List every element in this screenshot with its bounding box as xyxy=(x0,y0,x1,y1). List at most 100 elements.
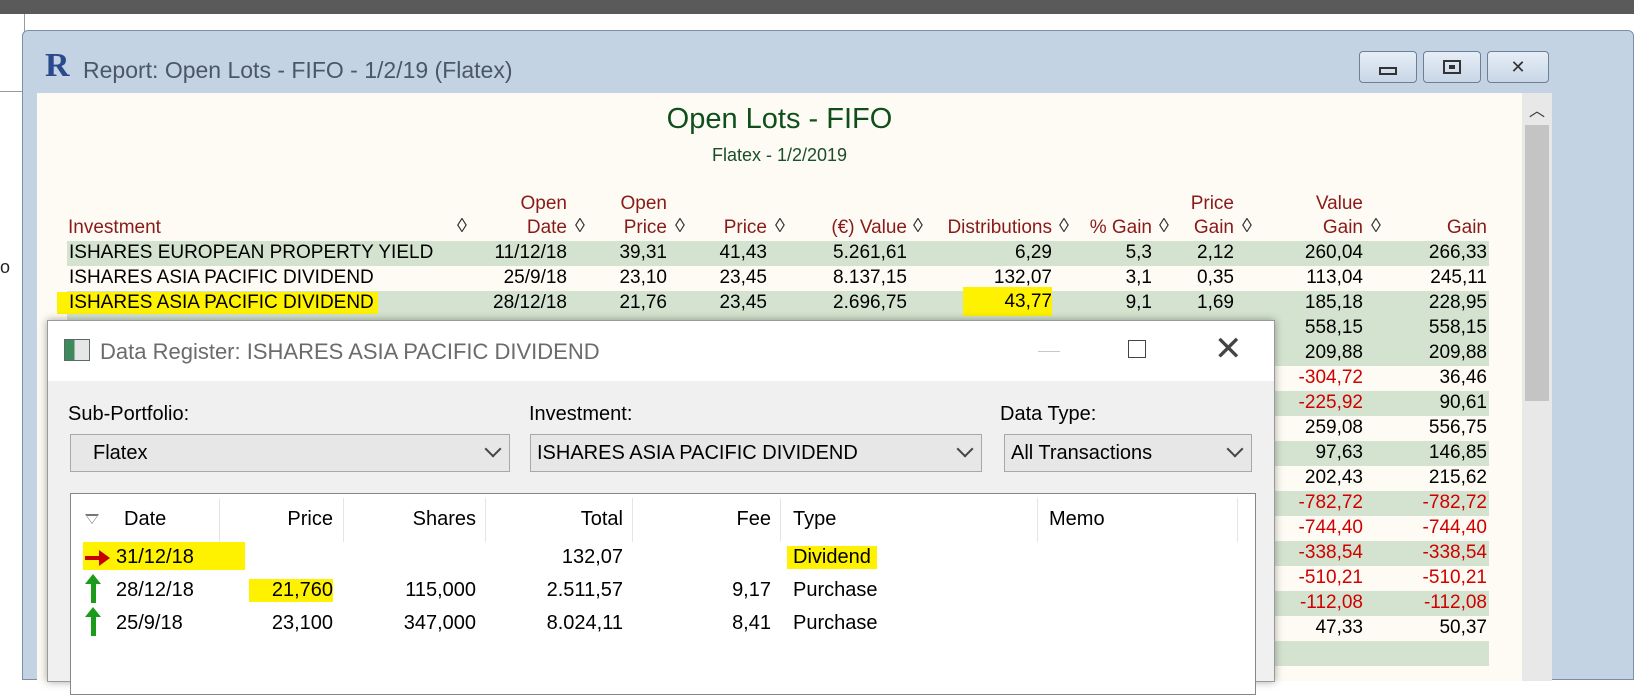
header-value[interactable]: (€) Value xyxy=(807,217,907,239)
report-scrollbar[interactable]: ︿ xyxy=(1522,93,1552,681)
investment-label: Investment: xyxy=(529,403,633,425)
cell-value-gain: 113,04 xyxy=(1306,267,1363,288)
minimize-button[interactable] xyxy=(1359,51,1417,83)
header-open-price[interactable]: Price xyxy=(612,217,667,239)
cell-gain: -338,54 xyxy=(1422,542,1487,563)
column-memo[interactable]: Memo xyxy=(1049,508,1105,531)
data-register-icon xyxy=(64,339,90,361)
report-subtitle: Flatex - 1/2/2019 xyxy=(711,145,848,165)
cell-price-gain: 2,12 xyxy=(1197,242,1234,263)
desktop-top-strip xyxy=(0,0,1634,14)
sort-investment-icon[interactable]: ◊ xyxy=(457,215,467,238)
sort-value-gain-icon[interactable]: ◊ xyxy=(1371,215,1381,238)
scroll-up-icon[interactable]: ︿ xyxy=(1522,93,1552,125)
cell-gain: 36,46 xyxy=(1439,367,1487,388)
maximize-button[interactable] xyxy=(1423,51,1481,83)
data-type-select[interactable]: All Transactions xyxy=(1004,434,1252,472)
header-value-gain[interactable]: Gain xyxy=(1287,217,1363,239)
cell-value-gain: 47,33 xyxy=(1315,617,1363,638)
transaction-row[interactable]: 25/9/18 23,100 347,000 8.024,11 8,41 Pur… xyxy=(71,607,1255,640)
cell-date: 25/9/18 xyxy=(116,612,183,634)
chevron-down-icon xyxy=(956,440,974,458)
header-price-gain[interactable]: Gain xyxy=(1177,217,1234,239)
header-price[interactable]: Price xyxy=(707,217,767,239)
report-row-highlighted[interactable]: ISHARES ASIA PACIFIC DIVIDEND 28/12/18 2… xyxy=(57,287,1489,317)
green-up-arrow-icon xyxy=(85,607,101,636)
sub-portfolio-select[interactable]: Flatex xyxy=(70,434,510,472)
report-title: Open Lots - FIFO xyxy=(666,103,893,135)
header-open-price-line1: Open xyxy=(620,193,667,214)
sub-portfolio-value: Flatex xyxy=(93,442,148,464)
sort-open-price-icon[interactable]: ◊ xyxy=(675,215,685,238)
report-row[interactable]: ISHARES EUROPEAN PROPERTY YIELD 11/12/18… xyxy=(67,241,1489,266)
cell-price: 23,45 xyxy=(719,267,767,288)
app-logo-icon: R xyxy=(45,47,70,84)
scroll-thumb[interactable] xyxy=(1525,125,1549,401)
cell-open-price: 23,10 xyxy=(619,267,667,288)
column-divider[interactable] xyxy=(780,498,781,542)
sort-distributions-icon[interactable]: ◊ xyxy=(1059,215,1069,238)
column-shares[interactable]: Shares xyxy=(351,508,476,531)
data-type-label: Data Type: xyxy=(1000,403,1097,425)
header-distributions[interactable]: Distributions xyxy=(932,217,1052,239)
header-open-date[interactable]: Date xyxy=(507,217,567,239)
column-divider[interactable] xyxy=(343,498,344,542)
cell-open-date: 28/12/18 xyxy=(493,292,567,313)
data-type-value: All Transactions xyxy=(1011,442,1153,464)
header-investment[interactable]: Investment xyxy=(68,217,161,239)
sort-price-icon[interactable]: ◊ xyxy=(775,215,785,238)
dialog-maximize-icon[interactable] xyxy=(1128,340,1146,358)
cell-total: 8.024,11 xyxy=(546,612,623,634)
dialog-close-icon[interactable]: ✕ xyxy=(1214,329,1243,369)
dialog-titlebar[interactable]: Data Register: ISHARES ASIA PACIFIC DIVI… xyxy=(48,321,1274,381)
cell-date: 28/12/18 xyxy=(116,579,194,601)
investment-select[interactable]: ISHARES ASIA PACIFIC DIVIDEND xyxy=(530,434,982,472)
transaction-row[interactable]: 28/12/18 21,760 115,000 2.511,57 9,17 Pu… xyxy=(71,574,1255,607)
cell-shares: 347,000 xyxy=(403,612,476,634)
sort-open-date-icon[interactable]: ◊ xyxy=(575,215,585,238)
cell-gain: 558,15 xyxy=(1428,317,1487,338)
cell-gain: 228,95 xyxy=(1428,292,1487,313)
header-gain[interactable]: Gain xyxy=(1417,217,1487,239)
cell-type: Purchase xyxy=(793,612,878,634)
close-button[interactable]: ✕ xyxy=(1487,51,1549,83)
cell-gain: 266,33 xyxy=(1428,242,1487,263)
sort-pct-gain-icon[interactable]: ◊ xyxy=(1159,215,1169,238)
cell-value-gain: -510,21 xyxy=(1298,567,1363,588)
column-divider[interactable] xyxy=(485,498,486,542)
column-divider[interactable] xyxy=(632,498,633,542)
cell-type: Purchase xyxy=(793,579,878,601)
dialog-minimize-icon[interactable] xyxy=(1038,351,1060,352)
column-divider[interactable] xyxy=(219,498,220,542)
sort-descending-icon[interactable] xyxy=(85,514,99,524)
sort-value-icon[interactable]: ◊ xyxy=(913,215,923,238)
report-window-title: Report: Open Lots - FIFO - 1/2/19 (Flate… xyxy=(83,57,513,83)
cell-total: 2.511,57 xyxy=(546,579,623,601)
cell-price-gain: 0,35 xyxy=(1197,267,1234,288)
cell-gain: -744,40 xyxy=(1422,517,1487,538)
cell-value-gain: 202,43 xyxy=(1304,467,1363,488)
report-row[interactable]: ISHARES ASIA PACIFIC DIVIDEND 25/9/18 23… xyxy=(67,266,1489,291)
transaction-row[interactable]: 31/12/18 132,07 Dividend xyxy=(71,542,1255,574)
cell-gain: 245,11 xyxy=(1430,267,1487,288)
cell-value-gain: 185,18 xyxy=(1304,292,1363,313)
column-fee[interactable]: Fee xyxy=(641,508,771,531)
cell-value: 8.137,15 xyxy=(833,267,907,288)
cell-open-date: 25/9/18 xyxy=(503,267,567,288)
header-value-gain-line1: Value xyxy=(1315,193,1363,214)
transaction-list[interactable]: Date Price Shares Total Fee Type Memo 31… xyxy=(70,493,1256,695)
report-titlebar[interactable]: R Report: Open Lots - FIFO - 1/2/19 (Fla… xyxy=(23,31,1633,95)
data-register-dialog: Data Register: ISHARES ASIA PACIFIC DIVI… xyxy=(47,320,1275,695)
header-pct-gain[interactable]: % Gain xyxy=(1077,217,1152,239)
column-date[interactable]: Date xyxy=(124,508,166,531)
column-divider[interactable] xyxy=(1237,498,1238,542)
column-price[interactable]: Price xyxy=(221,508,333,531)
cell-open-price: 39,31 xyxy=(619,242,667,263)
sort-price-gain-icon[interactable]: ◊ xyxy=(1242,215,1252,238)
cell-investment-highlighted: ISHARES ASIA PACIFIC DIVIDEND xyxy=(57,292,378,314)
column-type[interactable]: Type xyxy=(793,508,836,531)
cell-value: 2.696,75 xyxy=(833,292,907,313)
column-divider[interactable] xyxy=(1037,498,1038,542)
column-total[interactable]: Total xyxy=(491,508,623,531)
dialog-title: Data Register: ISHARES ASIA PACIFIC DIVI… xyxy=(100,339,600,364)
